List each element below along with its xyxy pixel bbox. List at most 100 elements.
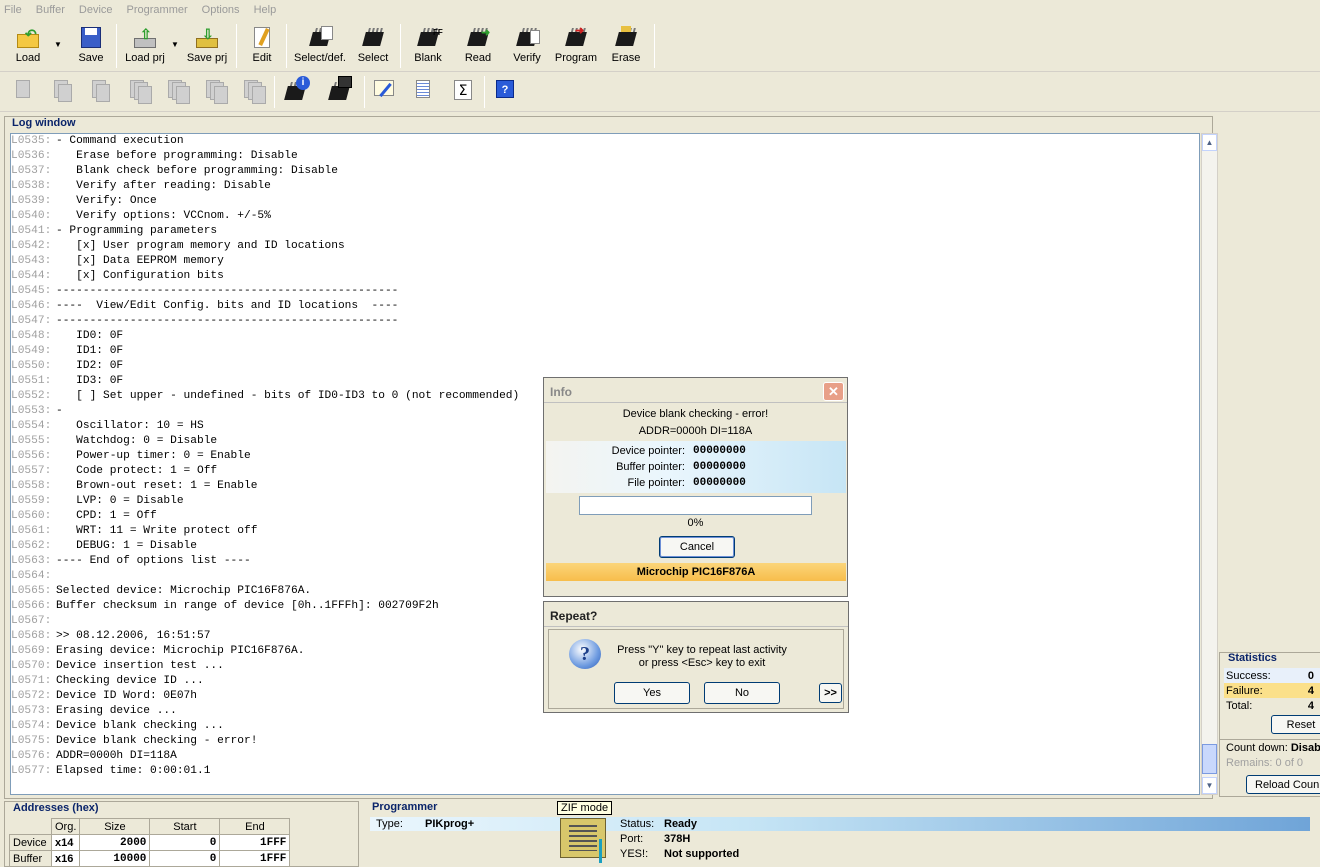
log-line-text: ID2: 0F — [56, 360, 124, 372]
erase-button[interactable]: Erase — [604, 22, 648, 68]
chip-select-default-icon — [307, 26, 333, 50]
scroll-down-arrow-icon[interactable]: ▼ — [1202, 777, 1217, 794]
folder-open-icon: ↶ — [15, 26, 41, 50]
log-line-number: L0560: — [11, 510, 52, 522]
project-save-icon: ⇩ — [194, 26, 220, 50]
reset-button[interactable]: Reset — [1271, 715, 1320, 734]
menu-file[interactable]: File — [4, 4, 22, 16]
programmer-yes-value: Not supported — [664, 848, 740, 860]
log-line: L0539: Verify: Once — [11, 194, 1199, 209]
menu-device[interactable]: Device — [79, 4, 113, 16]
more-button[interactable]: >> — [819, 683, 842, 703]
floppy-disk-icon — [78, 26, 104, 50]
repeat-dialog-title: Repeat? — [544, 602, 848, 627]
log-line-text: - — [56, 405, 63, 417]
log-line: L0546: ---- View/Edit Config. bits and ID… — [11, 299, 1199, 314]
menu-buffer[interactable]: Buffer — [36, 4, 65, 16]
log-line-number: L0552: — [11, 390, 52, 402]
programmer-title: Programmer — [372, 801, 438, 813]
save-project-button[interactable]: ⇩ Save prj — [184, 22, 230, 68]
log-line-text: >> 08.12.2006, 16:51:57 — [56, 630, 211, 642]
close-icon[interactable]: ✕ — [823, 382, 844, 401]
address-row-buffer: Buffer x16 10000 0 1FFF — [9, 850, 291, 867]
scroll-up-arrow-icon[interactable]: ▲ — [1202, 134, 1217, 151]
reload-counter-button[interactable]: Reload Coun — [1246, 775, 1320, 794]
log-vertical-scrollbar[interactable]: ▲ ▼ — [1201, 133, 1218, 795]
page-copy-disabled-icon[interactable] — [46, 76, 76, 106]
pages-stack-disabled-icon[interactable] — [122, 76, 152, 106]
menu-options[interactable]: Options — [202, 4, 240, 16]
log-line-text: Power-up timer: 0 = Enable — [56, 450, 251, 462]
load-button[interactable]: ↶ Load — [10, 22, 46, 68]
chip-verify-icon — [514, 26, 540, 50]
log-line-number: L0559: — [11, 495, 52, 507]
page-disabled-icon[interactable] — [8, 76, 38, 106]
log-line-text: Device ID Word: 0E07h — [56, 690, 197, 702]
pages-stack-disabled-icon-2[interactable] — [160, 76, 190, 106]
repeat-message-line1: Press "Y" key to repeat last activity — [617, 644, 787, 656]
page-copy-disabled-icon-2[interactable] — [84, 76, 114, 106]
checksum-sigma-icon[interactable]: Σ — [446, 76, 476, 106]
load-project-button[interactable]: ⇧ Load prj — [122, 22, 168, 68]
select-default-button[interactable]: Select/def. — [292, 22, 348, 68]
scrollbar-thumb[interactable] — [1202, 744, 1217, 774]
log-line-number: L0576: — [11, 750, 52, 762]
log-line-number: L0568: — [11, 630, 52, 642]
verify-button[interactable]: Verify — [504, 22, 550, 68]
remains-value: 0 of 0 — [1275, 757, 1304, 769]
yes-button[interactable]: Yes — [614, 682, 690, 704]
log-line-text: Device blank checking - error! — [56, 735, 258, 747]
log-line: L0537: Blank check before programming: D… — [11, 164, 1199, 179]
log-line: L0545: ----------------------------------… — [11, 284, 1199, 299]
log-line-text: [ ] Set upper - undefined - bits of ID0-… — [56, 390, 520, 402]
notes-edit-icon[interactable] — [370, 76, 400, 106]
log-line-text: Verify options: VCCnom. +/-5% — [56, 210, 271, 222]
log-line-number: L0548: — [11, 330, 52, 342]
log-line: L0541: - Programming parameters — [11, 224, 1199, 239]
cancel-button[interactable]: Cancel — [659, 536, 735, 558]
pages-stack-disabled-icon-3[interactable] — [198, 76, 228, 106]
device-name-bar: Microchip PIC16F876A — [546, 563, 846, 581]
read-button[interactable]: ➜ Read — [456, 22, 500, 68]
log-line-text: DEBUG: 1 = Disable — [56, 540, 197, 552]
edit-button[interactable]: Edit — [244, 22, 280, 68]
log-line-number: L0537: — [11, 165, 52, 177]
device-options-icon[interactable] — [326, 76, 356, 106]
menu-help[interactable]: Help — [254, 4, 277, 16]
programmer-panel: Programmer Type: PIKprog+ Status: Ready … — [364, 801, 1320, 867]
program-button[interactable]: ➜ Program — [554, 22, 598, 68]
pages-stack-disabled-icon-4[interactable] — [236, 76, 266, 106]
log-line: L0548: ID0: 0F — [11, 329, 1199, 344]
log-line-number: L0544: — [11, 270, 52, 282]
repeat-dialog: Repeat? ? Press "Y" key to repeat last a… — [543, 601, 849, 713]
log-line-text: Blank check before programming: Disable — [56, 165, 338, 177]
log-line: L0544: [x] Configuration bits — [11, 269, 1199, 284]
log-line-number: L0538: — [11, 180, 52, 192]
select-device-button[interactable]: Select — [354, 22, 392, 68]
log-line-number: L0550: — [11, 360, 52, 372]
blank-check-button[interactable]: FF Blank — [406, 22, 450, 68]
log-line-text: Verify: Once — [56, 195, 157, 207]
save-button[interactable]: Save — [74, 22, 108, 68]
log-line-number: L0542: — [11, 240, 52, 252]
log-line-text: CPD: 1 = Off — [56, 510, 157, 522]
document-report-icon[interactable] — [408, 76, 438, 106]
log-line-number: L0569: — [11, 645, 52, 657]
log-line-number: L0554: — [11, 420, 52, 432]
address-row-device: Device x14 2000 0 1FFF — [9, 834, 291, 851]
no-button[interactable]: No — [704, 682, 780, 704]
load-dropdown-arrow-icon[interactable]: ▼ — [54, 40, 62, 49]
zif-mode-tooltip: ZIF mode — [557, 801, 613, 815]
log-line-text: ID1: 0F — [56, 345, 124, 357]
log-line: L0538: Verify after reading: Disable — [11, 179, 1199, 194]
log-line-text: ID3: 0F — [56, 375, 124, 387]
help-icon[interactable]: ? — [490, 76, 520, 106]
log-line-number: L0573: — [11, 705, 52, 717]
log-line-number: L0577: — [11, 765, 52, 777]
log-line: L0535: - Command execution — [11, 134, 1199, 149]
log-line-number: L0575: — [11, 735, 52, 747]
device-info-icon[interactable]: i — [282, 76, 312, 106]
log-line-number: L0543: — [11, 255, 52, 267]
load-project-dropdown-arrow-icon[interactable]: ▼ — [171, 40, 179, 49]
menu-programmer[interactable]: Programmer — [127, 4, 188, 16]
